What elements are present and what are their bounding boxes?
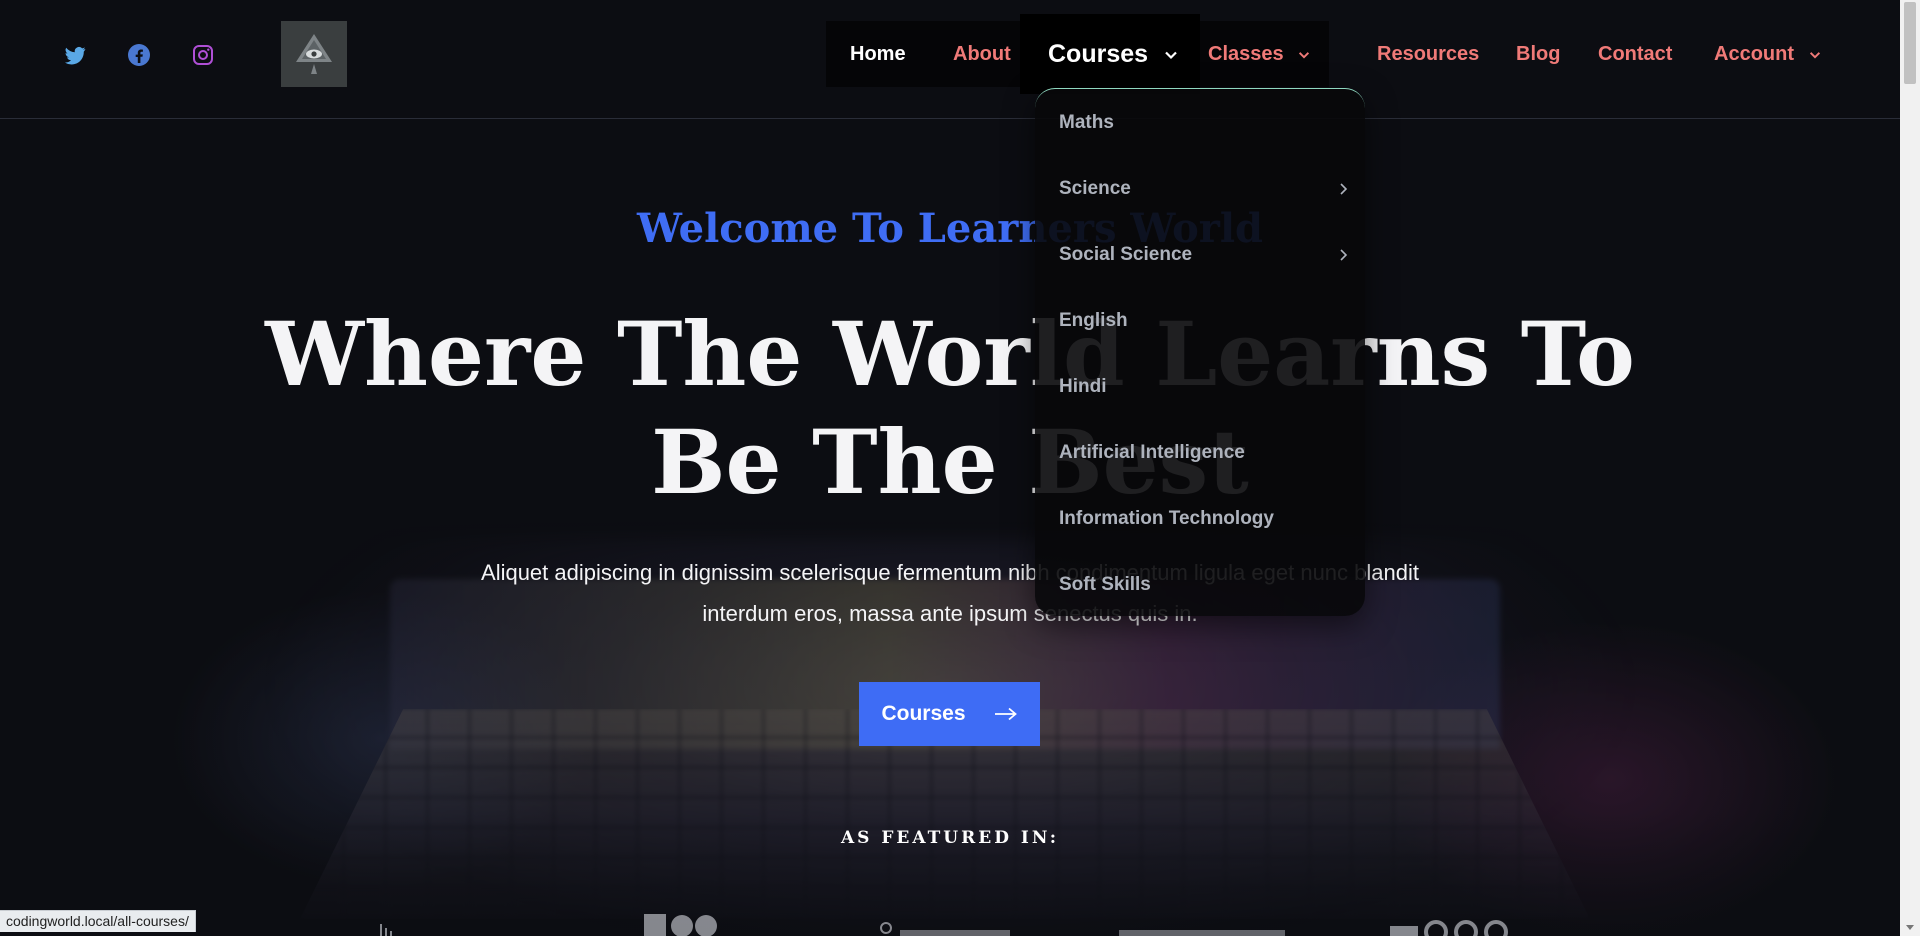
brand-logo-1 <box>380 924 392 936</box>
nav-account[interactable]: Account <box>1714 38 1822 70</box>
arrow-right-icon <box>994 707 1017 721</box>
dropdown-item-social-science[interactable]: Social Science <box>1059 235 1351 275</box>
dropdown-item-label: Science <box>1059 178 1131 199</box>
nav-contact[interactable]: Contact <box>1598 38 1672 70</box>
dropdown-item-label: Social Science <box>1059 244 1193 265</box>
nav-courses-label: Courses <box>1048 40 1149 68</box>
featured-in-label: AS FEATURED IN: <box>840 828 1060 848</box>
dropdown-item-information-technology[interactable]: Information Technology <box>1059 499 1351 539</box>
site-header: Home About Courses Classes Resources Blo… <box>0 0 1900 119</box>
page-scrollbar[interactable] <box>1900 0 1920 936</box>
scrollbar-thumb[interactable] <box>1904 2 1916 84</box>
brand-logo-4 <box>1119 930 1285 936</box>
nav-blog[interactable]: Blog <box>1516 38 1560 70</box>
hero-headline-line1: Where The World Learns To <box>265 302 1635 406</box>
brand-logo-5 <box>1390 920 1508 936</box>
dropdown-item-maths[interactable]: Maths <box>1059 103 1351 143</box>
welcome-heading: Welcome To Learners World <box>636 205 1263 252</box>
scroll-down-arrow-icon[interactable] <box>1906 925 1914 930</box>
hero-headline-line2: Be The Best <box>651 410 1249 514</box>
nav-classes[interactable]: Classes <box>1208 38 1311 70</box>
chevron-down-icon <box>1165 52 1177 60</box>
chevron-right-icon <box>1340 249 1348 261</box>
site-logo[interactable] <box>281 21 347 87</box>
courses-dropdown-menu: Maths Science Social Science English Hin… <box>1035 88 1365 616</box>
facebook-icon[interactable] <box>126 42 152 68</box>
dropdown-item-label: English <box>1059 310 1128 331</box>
nav-home[interactable]: Home <box>850 38 906 70</box>
dropdown-item-label: Artificial Intelligence <box>1059 442 1245 463</box>
page: Home About Courses Classes Resources Blo… <box>0 0 1920 936</box>
instagram-icon[interactable] <box>190 42 216 68</box>
dropdown-item-label: Hindi <box>1059 376 1107 397</box>
nav-courses[interactable]: Courses <box>1048 38 1179 70</box>
dropdown-item-english[interactable]: English <box>1059 301 1351 341</box>
dropdown-item-label: Soft Skills <box>1059 574 1151 595</box>
nav-resources[interactable]: Resources <box>1377 38 1479 70</box>
dropdown-item-artificial-intelligence[interactable]: Artificial Intelligence <box>1059 433 1351 473</box>
twitter-icon[interactable] <box>62 42 88 68</box>
nav-classes-label: Classes <box>1208 43 1284 65</box>
dropdown-item-soft-skills[interactable]: Soft Skills <box>1059 565 1351 605</box>
nav-about[interactable]: About <box>953 38 1011 70</box>
dropdown-item-hindi[interactable]: Hindi <box>1059 367 1351 407</box>
cta-label: Courses <box>881 702 966 725</box>
hero-headline: Where The World Learns To Be The Best <box>0 300 1900 516</box>
chevron-down-icon <box>1299 51 1310 59</box>
courses-cta-button[interactable]: Courses <box>859 682 1040 746</box>
nav-account-label: Account <box>1714 43 1794 65</box>
link-status-bar: codingworld.local/all-courses/ <box>0 910 196 932</box>
brand-logo-2 <box>644 914 717 936</box>
chevron-right-icon <box>1340 183 1348 195</box>
chevron-down-icon <box>1809 51 1820 59</box>
dropdown-item-science[interactable]: Science <box>1059 169 1351 209</box>
dropdown-item-label: Information Technology <box>1059 508 1274 529</box>
brand-logo-3 <box>880 922 1010 936</box>
eye-pyramid-icon <box>296 34 332 74</box>
dropdown-item-label: Maths <box>1059 112 1114 133</box>
